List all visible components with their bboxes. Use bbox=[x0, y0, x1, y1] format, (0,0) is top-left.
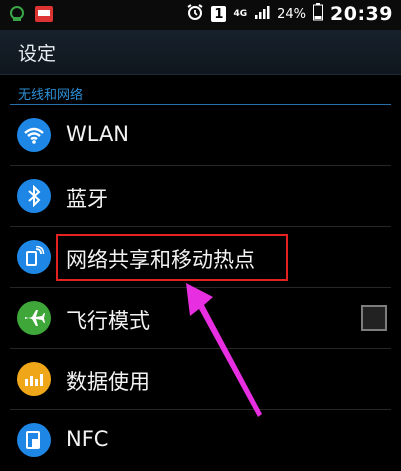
pointer-arrow-annotation bbox=[186, 283, 262, 417]
